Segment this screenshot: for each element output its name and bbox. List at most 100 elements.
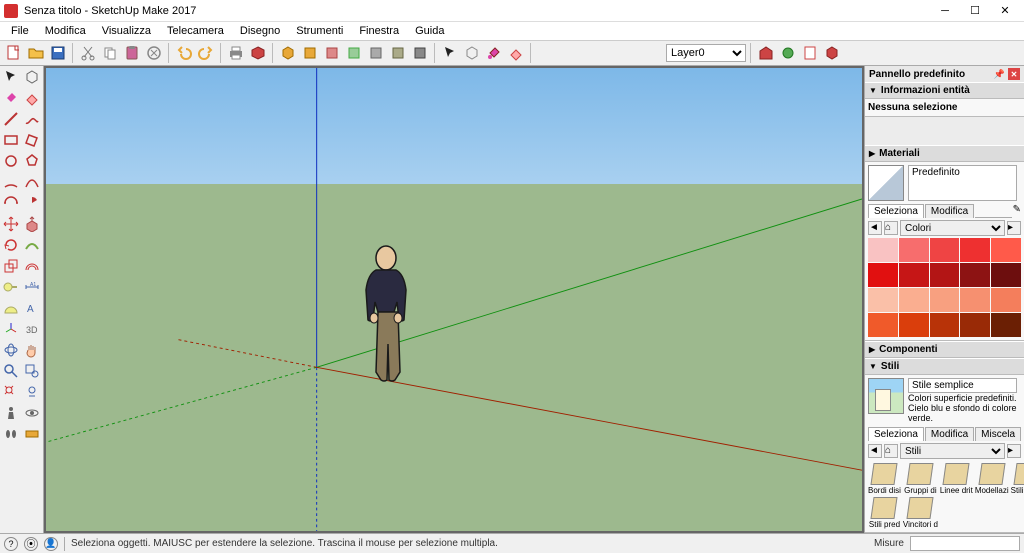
styles-home-button[interactable]: ⌂ bbox=[884, 444, 898, 458]
color-swatch[interactable] bbox=[991, 263, 1021, 287]
arc-tool[interactable] bbox=[1, 172, 21, 192]
paint-tool[interactable] bbox=[1, 88, 21, 108]
make-component-tool[interactable] bbox=[22, 67, 42, 87]
offset-tool[interactable] bbox=[22, 256, 42, 276]
section-tool[interactable] bbox=[22, 424, 42, 444]
followme-tool[interactable] bbox=[22, 235, 42, 255]
extension-button[interactable] bbox=[778, 43, 798, 63]
freehand-tool[interactable] bbox=[22, 109, 42, 129]
menu-help[interactable]: Guida bbox=[408, 24, 451, 38]
color-swatch[interactable] bbox=[899, 263, 929, 287]
paint-button[interactable] bbox=[484, 43, 504, 63]
previous-tool[interactable] bbox=[22, 382, 42, 402]
measurements-input[interactable] bbox=[910, 536, 1020, 551]
geo-icon[interactable]: ⦿ bbox=[24, 537, 38, 551]
layer-select[interactable]: Layer0 bbox=[666, 44, 746, 62]
eraser-tool[interactable] bbox=[22, 88, 42, 108]
material-preview[interactable] bbox=[868, 165, 904, 201]
style-item[interactable]: Bordi disi bbox=[868, 463, 901, 495]
styles-tab-edit[interactable]: Modifica bbox=[925, 427, 974, 441]
color-swatch[interactable] bbox=[930, 313, 960, 337]
walk-tool[interactable] bbox=[1, 424, 21, 444]
text-tool[interactable]: A bbox=[22, 298, 42, 318]
color-swatch[interactable] bbox=[991, 313, 1021, 337]
zoom-extents-tool[interactable] bbox=[1, 382, 21, 402]
select-tool[interactable] bbox=[1, 67, 21, 87]
menu-file[interactable]: File bbox=[4, 24, 36, 38]
style-item[interactable]: Modellazi bbox=[975, 463, 1009, 495]
help-icon[interactable]: ? bbox=[4, 537, 18, 551]
tape-tool[interactable] bbox=[1, 277, 21, 297]
scale-tool[interactable] bbox=[1, 256, 21, 276]
save-button[interactable] bbox=[48, 43, 68, 63]
style-name-field[interactable]: Stile semplice bbox=[908, 378, 1017, 393]
circle-tool[interactable] bbox=[1, 151, 21, 171]
menu-tools[interactable]: Strumenti bbox=[289, 24, 350, 38]
new-button[interactable] bbox=[4, 43, 24, 63]
close-button[interactable]: ✕ bbox=[990, 0, 1020, 22]
menu-draw[interactable]: Disegno bbox=[233, 24, 287, 38]
print-button[interactable] bbox=[226, 43, 246, 63]
materials-back-button[interactable]: ◄ bbox=[868, 221, 882, 235]
style-item[interactable]: Stili pred bbox=[868, 497, 901, 529]
color-swatch[interactable] bbox=[899, 288, 929, 312]
warehouse-button[interactable] bbox=[756, 43, 776, 63]
polygon-tool[interactable] bbox=[22, 151, 42, 171]
style-preview[interactable] bbox=[868, 378, 904, 414]
color-swatch[interactable] bbox=[960, 238, 990, 262]
pushpull-tool[interactable] bbox=[22, 214, 42, 234]
zoom-window-tool[interactable] bbox=[22, 361, 42, 381]
top-view-button[interactable] bbox=[300, 43, 320, 63]
iso-button[interactable] bbox=[278, 43, 298, 63]
model-info-button[interactable] bbox=[248, 43, 268, 63]
paste-button[interactable] bbox=[122, 43, 142, 63]
styles-tab-mix[interactable]: Miscela bbox=[975, 427, 1021, 441]
component-button[interactable] bbox=[462, 43, 482, 63]
protractor-tool[interactable] bbox=[1, 298, 21, 318]
bottom-view-button[interactable] bbox=[410, 43, 430, 63]
color-swatch[interactable] bbox=[868, 313, 898, 337]
menu-edit[interactable]: Modifica bbox=[38, 24, 93, 38]
right-view-button[interactable] bbox=[344, 43, 364, 63]
minimize-button[interactable]: ─ bbox=[930, 0, 960, 22]
2pt-arc-tool[interactable] bbox=[22, 172, 42, 192]
menu-window[interactable]: Finestra bbox=[352, 24, 406, 38]
menu-camera[interactable]: Telecamera bbox=[160, 24, 231, 38]
materials-tab-edit[interactable]: Modifica bbox=[925, 204, 974, 218]
extension-mgr-button[interactable] bbox=[822, 43, 842, 63]
materials-home-button[interactable]: ⌂ bbox=[884, 221, 898, 235]
dimension-tool[interactable]: A1 bbox=[22, 277, 42, 297]
styles-back-button[interactable]: ◄ bbox=[868, 444, 882, 458]
eyedropper-icon[interactable]: ✎ bbox=[1013, 204, 1021, 218]
style-item[interactable]: Gruppi di bbox=[903, 463, 938, 495]
back-view-button[interactable] bbox=[366, 43, 386, 63]
color-swatch[interactable] bbox=[930, 238, 960, 262]
color-swatch[interactable] bbox=[930, 263, 960, 287]
color-swatch[interactable] bbox=[991, 238, 1021, 262]
materials-library-select[interactable]: Colori bbox=[900, 220, 1005, 236]
rotated-rect-tool[interactable] bbox=[22, 130, 42, 150]
color-swatch[interactable] bbox=[960, 313, 990, 337]
line-tool[interactable] bbox=[1, 109, 21, 129]
tray-close-button[interactable]: ✕ bbox=[1008, 68, 1020, 80]
menu-view[interactable]: Visualizza bbox=[95, 24, 158, 38]
style-item[interactable]: Vincitori d bbox=[903, 497, 938, 529]
color-swatch[interactable] bbox=[899, 313, 929, 337]
color-swatch[interactable] bbox=[868, 288, 898, 312]
axes-tool[interactable] bbox=[1, 319, 21, 339]
credits-icon[interactable]: 👤 bbox=[44, 537, 58, 551]
components-header[interactable]: ▶Componenti bbox=[865, 341, 1024, 358]
move-tool[interactable] bbox=[1, 214, 21, 234]
undo-button[interactable] bbox=[174, 43, 194, 63]
styles-menu-button[interactable]: ▸ bbox=[1007, 444, 1021, 458]
3pt-arc-tool[interactable] bbox=[1, 193, 21, 213]
orbit-tool[interactable] bbox=[1, 340, 21, 360]
left-view-button[interactable] bbox=[388, 43, 408, 63]
color-swatch[interactable] bbox=[930, 288, 960, 312]
cut-button[interactable] bbox=[78, 43, 98, 63]
rectangle-tool[interactable] bbox=[1, 130, 21, 150]
3dtext-tool[interactable]: 3D bbox=[22, 319, 42, 339]
material-name-field[interactable]: Predefinito bbox=[908, 165, 1017, 201]
look-around-tool[interactable] bbox=[22, 403, 42, 423]
materials-tab-select[interactable]: Seleziona bbox=[868, 204, 924, 218]
